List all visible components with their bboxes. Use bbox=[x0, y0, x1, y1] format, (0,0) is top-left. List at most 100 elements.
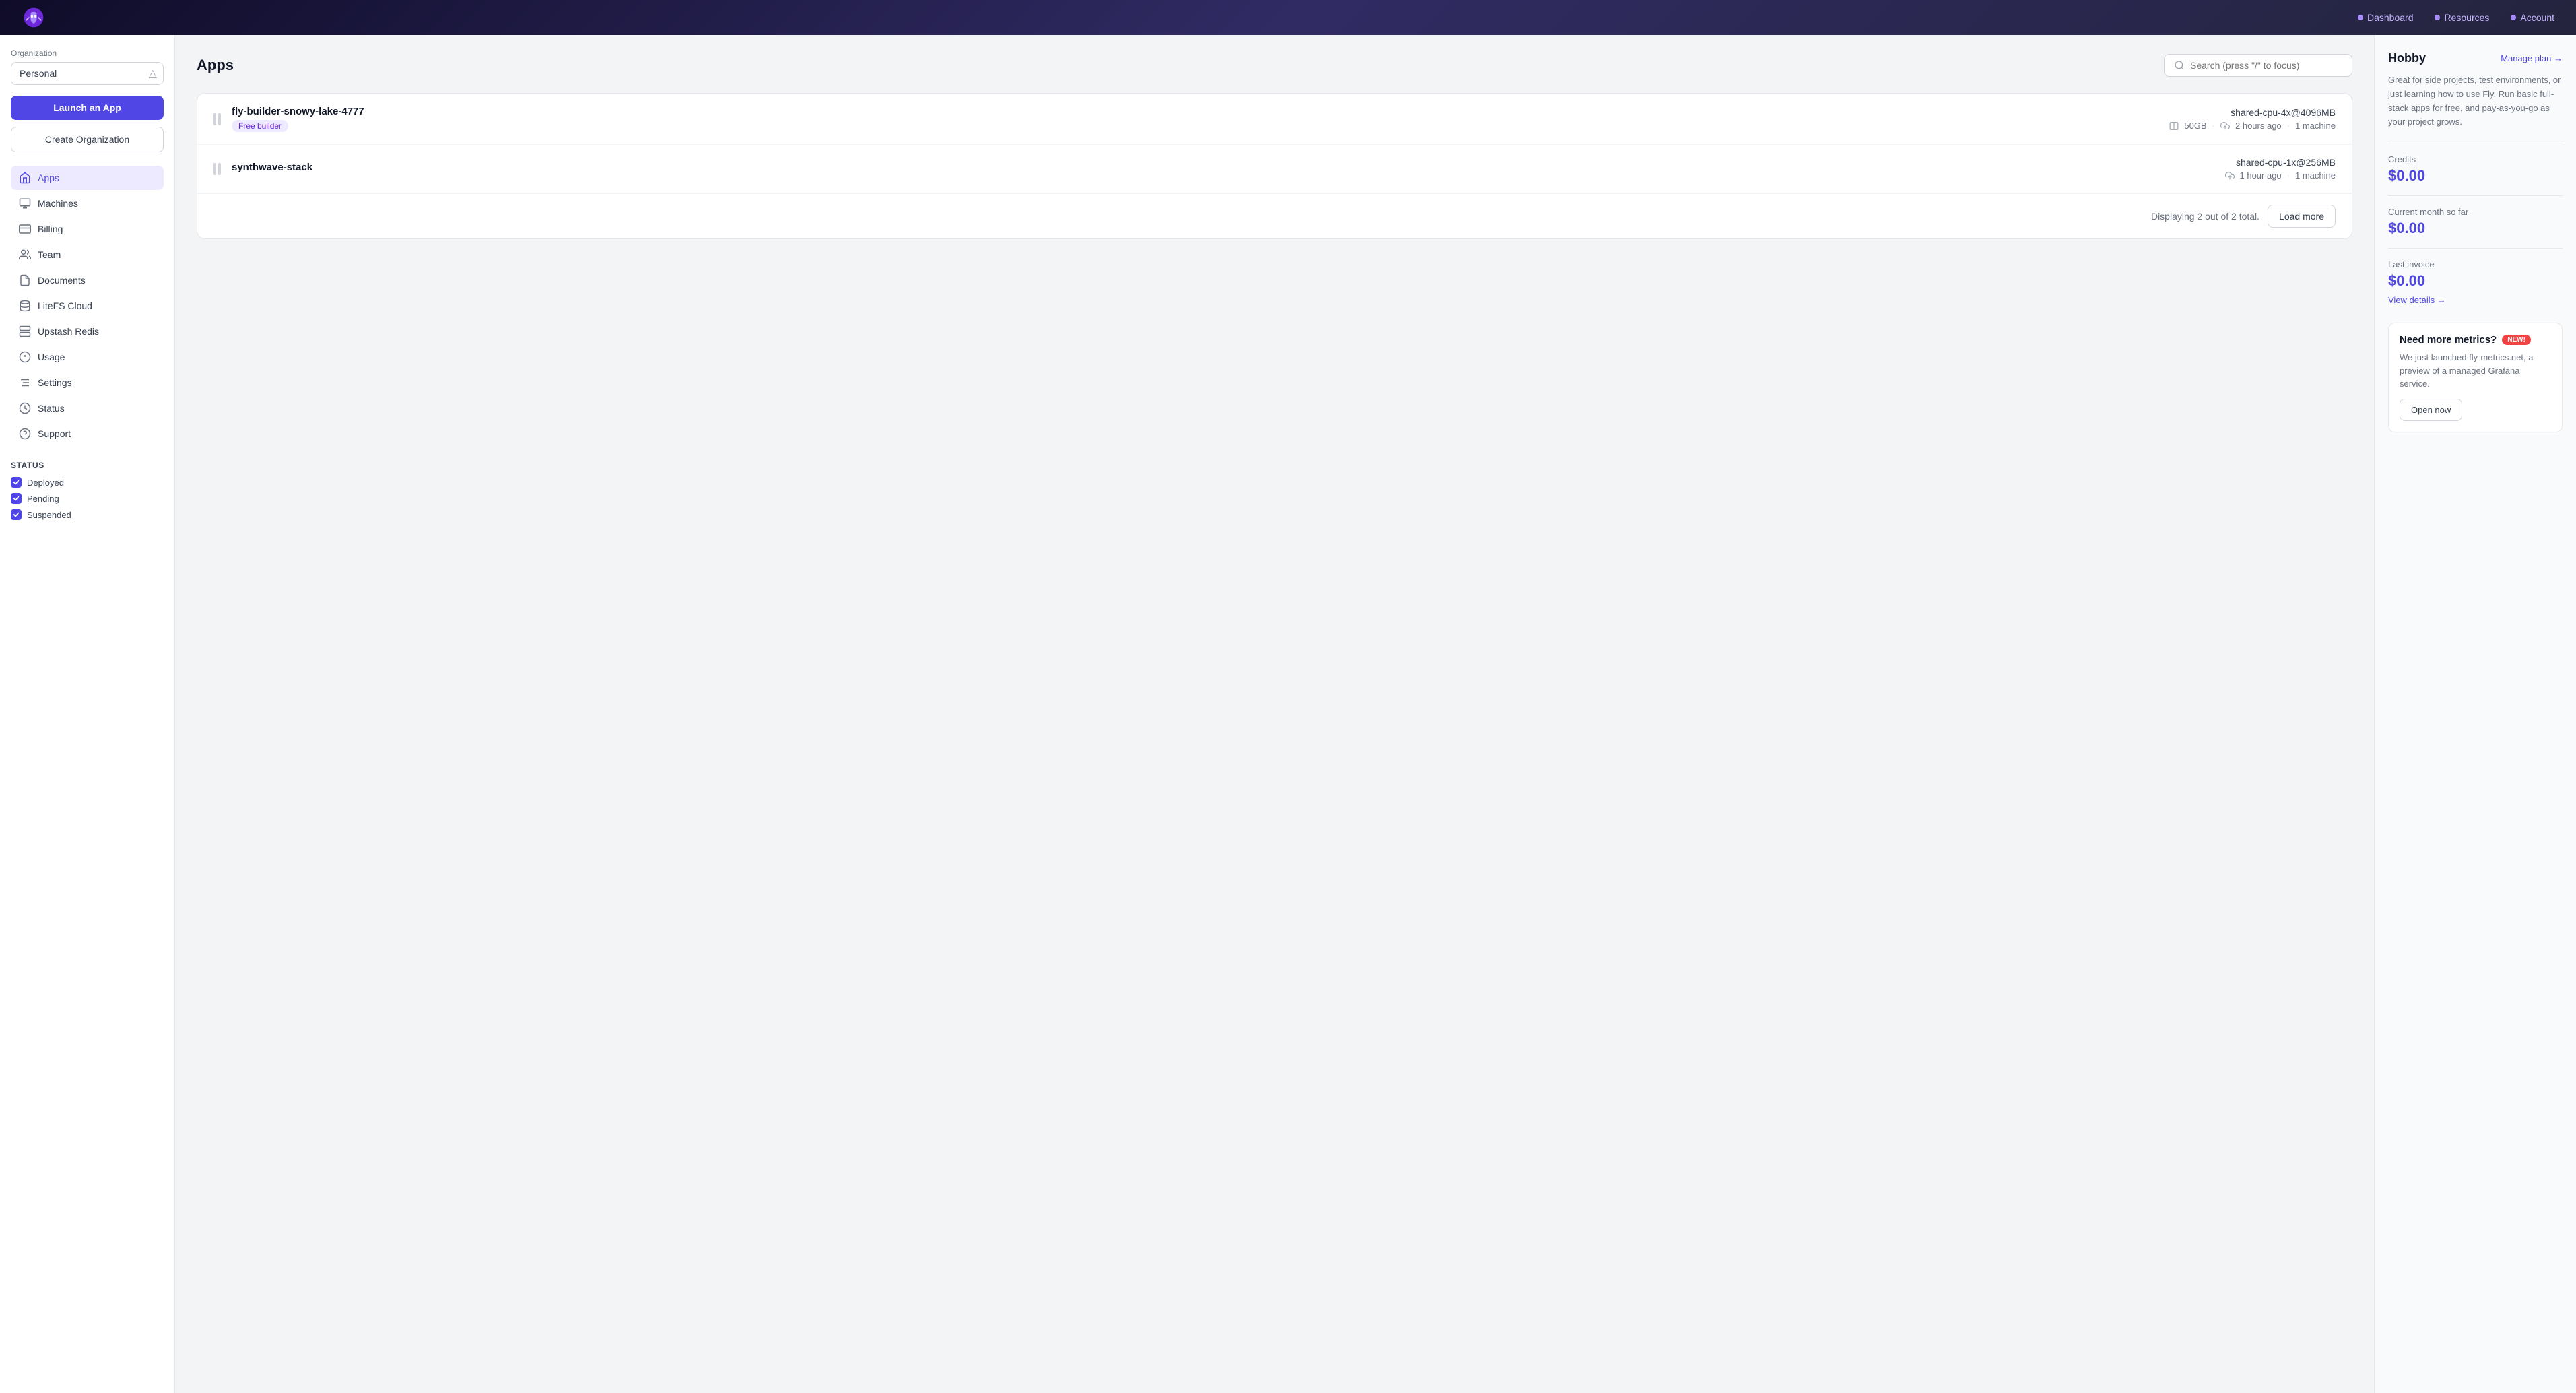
page-header: Apps bbox=[197, 54, 2352, 77]
plan-desc: Great for side projects, test environmen… bbox=[2388, 73, 2563, 129]
app-name: synthwave-stack bbox=[232, 162, 2225, 173]
app-machines: 1 machine bbox=[2295, 170, 2336, 181]
org-select[interactable]: Personal bbox=[11, 62, 164, 85]
users-icon bbox=[19, 249, 31, 261]
new-badge: new! bbox=[2502, 335, 2531, 345]
sidebar-item-billing[interactable]: Billing bbox=[11, 217, 164, 241]
topnav-account[interactable]: Account bbox=[2511, 12, 2554, 23]
page-title: Apps bbox=[197, 57, 234, 74]
content-area: Apps fly-builder-snowy-lake-4777 Fre bbox=[175, 35, 2576, 1393]
server-icon bbox=[19, 325, 31, 337]
sidebar-item-documents[interactable]: Documents bbox=[11, 268, 164, 292]
app-meta-row: 50GB · 2 hours ago · 1 machine bbox=[2169, 121, 2336, 131]
view-details-link[interactable]: View details → bbox=[2388, 295, 2446, 305]
credits-label: Credits bbox=[2388, 154, 2563, 164]
app-info: synthwave-stack bbox=[232, 162, 2225, 176]
sidebar: Organization Personal △ Launch an App Cr… bbox=[0, 35, 175, 1393]
app-item[interactable]: synthwave-stack shared-cpu-1x@256MB 1 ho… bbox=[197, 145, 2352, 193]
credit-card-icon bbox=[19, 223, 31, 235]
sidebar-item-usage[interactable]: Usage bbox=[11, 345, 164, 369]
status-section: Status Deployed Pending Suspended bbox=[11, 461, 164, 525]
display-count-row: Displaying 2 out of 2 total. Load more bbox=[197, 193, 2352, 238]
pause-bar-1 bbox=[213, 163, 216, 175]
app-updated: 1 hour ago bbox=[2240, 170, 2282, 181]
status-section-title: Status bbox=[11, 461, 164, 470]
main-layout: Organization Personal △ Launch an App Cr… bbox=[0, 35, 2576, 1393]
app-storage: 50GB bbox=[2184, 121, 2206, 131]
stat-divider bbox=[2388, 195, 2563, 196]
sidebar-item-status[interactable]: Status bbox=[11, 396, 164, 420]
status-icon bbox=[19, 402, 31, 414]
open-now-button[interactable]: Open now bbox=[2400, 399, 2462, 421]
search-input[interactable] bbox=[2190, 60, 2342, 71]
storage-icon bbox=[2169, 121, 2179, 131]
app-spec: shared-cpu-1x@256MB bbox=[2225, 157, 2336, 168]
org-label: Organization bbox=[11, 48, 164, 58]
metrics-desc: We just launched fly-metrics.net, a prev… bbox=[2400, 351, 2551, 391]
last-invoice-value: $0.00 bbox=[2388, 272, 2563, 290]
account-dot bbox=[2511, 15, 2516, 20]
app-updated: 2 hours ago bbox=[2235, 121, 2282, 131]
status-deployed: Deployed bbox=[11, 477, 164, 488]
sidebar-item-upstash[interactable]: Upstash Redis bbox=[11, 319, 164, 344]
pause-icon bbox=[213, 113, 221, 125]
sidebar-item-support[interactable]: Support bbox=[11, 422, 164, 446]
check-icon bbox=[13, 511, 20, 518]
upload-icon bbox=[2225, 171, 2235, 181]
search-icon bbox=[2174, 60, 2185, 71]
last-invoice-label: Last invoice bbox=[2388, 259, 2563, 269]
load-more-button[interactable]: Load more bbox=[2268, 205, 2336, 228]
home-icon bbox=[19, 172, 31, 184]
app-item[interactable]: fly-builder-snowy-lake-4777 Free builder… bbox=[197, 94, 2352, 145]
pause-bar-2 bbox=[218, 113, 221, 125]
sidebar-item-machines[interactable]: Machines bbox=[11, 191, 164, 216]
main-content: Apps fly-builder-snowy-lake-4777 Fre bbox=[175, 35, 2374, 1393]
metrics-card: Need more metrics? new! We just launched… bbox=[2388, 323, 2563, 432]
sidebar-item-settings[interactable]: Settings bbox=[11, 370, 164, 395]
app-list: fly-builder-snowy-lake-4777 Free builder… bbox=[197, 93, 2352, 239]
plan-header: Hobby Manage plan → bbox=[2388, 51, 2563, 65]
stat-divider bbox=[2388, 248, 2563, 249]
app-meta: shared-cpu-4x@4096MB 50GB · 2 hours ago … bbox=[2169, 107, 2336, 131]
metrics-title: Need more metrics? new! bbox=[2400, 334, 2551, 346]
pause-icon bbox=[213, 163, 221, 175]
check-icon bbox=[13, 495, 20, 502]
app-badge: Free builder bbox=[232, 120, 288, 132]
pending-checkbox[interactable] bbox=[11, 493, 22, 504]
app-info: fly-builder-snowy-lake-4777 Free builder bbox=[232, 106, 2169, 132]
deployed-checkbox[interactable] bbox=[11, 477, 22, 488]
suspended-checkbox[interactable] bbox=[11, 509, 22, 520]
upload-icon bbox=[2220, 121, 2230, 131]
credits-value: $0.00 bbox=[2388, 167, 2563, 185]
dashboard-dot bbox=[2358, 15, 2363, 20]
monitor-icon bbox=[19, 197, 31, 209]
sidebar-item-team[interactable]: Team bbox=[11, 242, 164, 267]
logo[interactable] bbox=[22, 5, 46, 30]
pause-bar-2 bbox=[218, 163, 221, 175]
check-icon bbox=[13, 479, 20, 486]
org-select-wrapper: Personal △ bbox=[11, 62, 164, 85]
status-suspended: Suspended bbox=[11, 509, 164, 520]
settings-icon bbox=[19, 377, 31, 389]
launch-app-button[interactable]: Launch an App bbox=[11, 96, 164, 120]
create-org-button[interactable]: Create Organization bbox=[11, 127, 164, 152]
current-month-value: $0.00 bbox=[2388, 220, 2563, 237]
app-meta: shared-cpu-1x@256MB 1 hour ago · 1 machi… bbox=[2225, 157, 2336, 181]
app-meta-row: 1 hour ago · 1 machine bbox=[2225, 170, 2336, 181]
info-icon bbox=[19, 351, 31, 363]
topnav-dashboard[interactable]: Dashboard bbox=[2358, 12, 2414, 23]
topnav-links: Dashboard Resources Account bbox=[2358, 12, 2554, 23]
app-name: fly-builder-snowy-lake-4777 bbox=[232, 106, 2169, 117]
sidebar-item-apps[interactable]: Apps bbox=[11, 166, 164, 190]
current-month-label: Current month so far bbox=[2388, 207, 2563, 217]
plan-name: Hobby bbox=[2388, 51, 2426, 65]
resources-dot bbox=[2435, 15, 2440, 20]
topnav-resources[interactable]: Resources bbox=[2435, 12, 2489, 23]
display-count-text: Displaying 2 out of 2 total. bbox=[2151, 211, 2259, 222]
help-circle-icon bbox=[19, 428, 31, 440]
sidebar-nav: Apps Machines Billing Team Documents Lit… bbox=[11, 166, 164, 447]
file-icon bbox=[19, 274, 31, 286]
manage-plan-link[interactable]: Manage plan → bbox=[2501, 53, 2563, 63]
sidebar-item-litefs[interactable]: LiteFS Cloud bbox=[11, 294, 164, 318]
right-panel: Hobby Manage plan → Great for side proje… bbox=[2374, 35, 2576, 1393]
